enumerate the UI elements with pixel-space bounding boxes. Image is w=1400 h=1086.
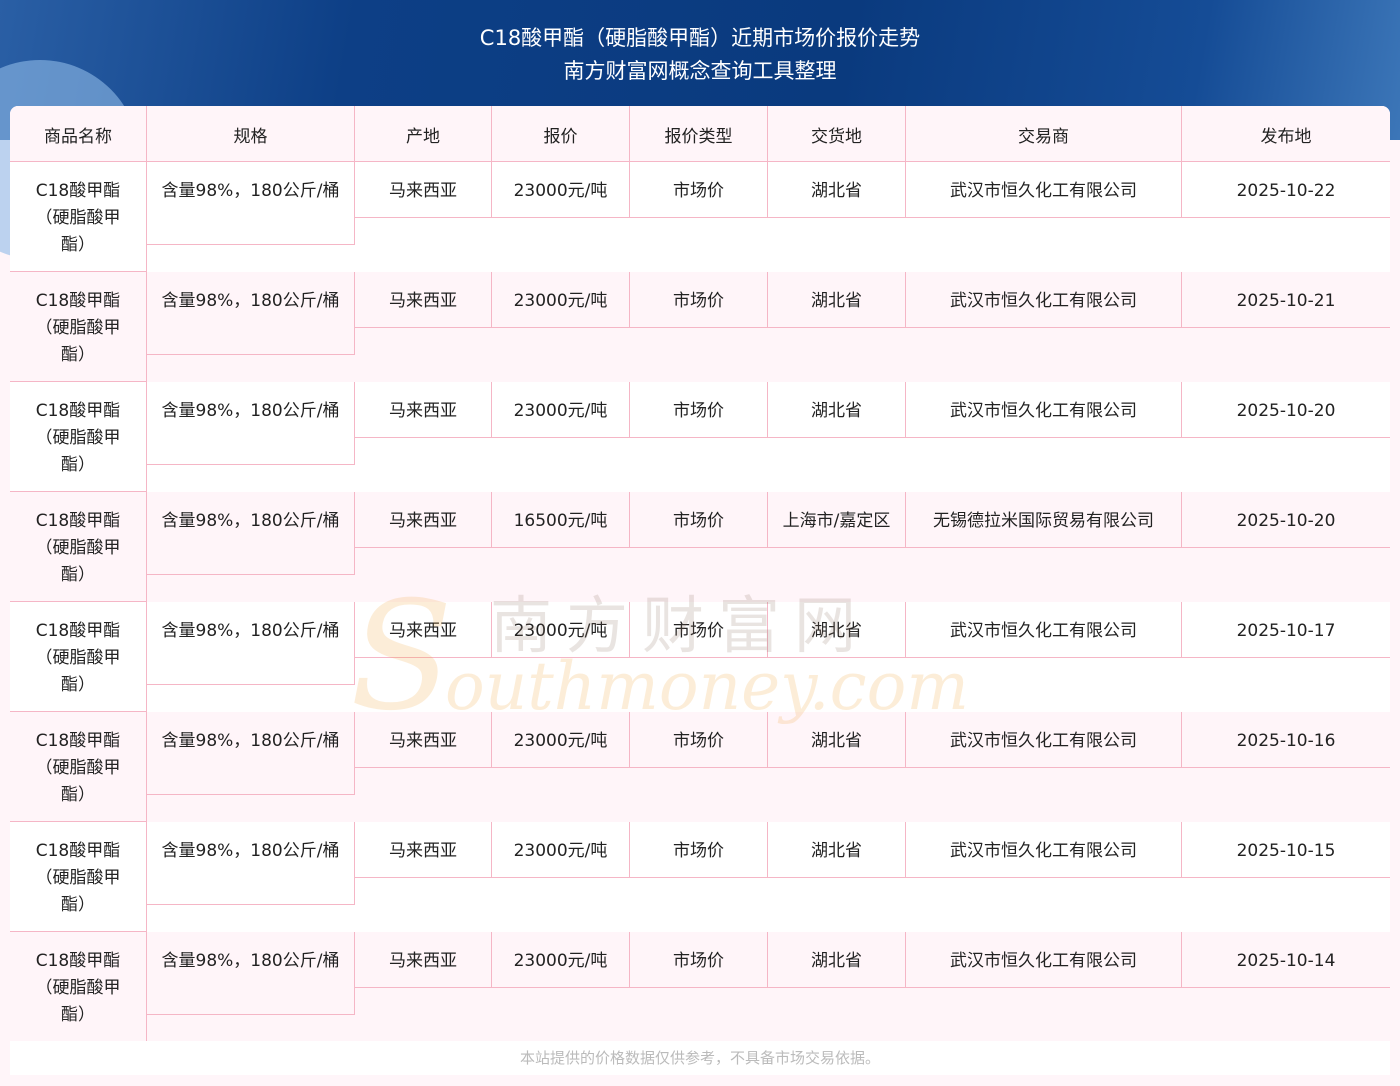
table-cell: C18酸甲酯（硬脂酸甲酯） — [10, 822, 147, 932]
table-cell: 马来西亚 — [355, 162, 492, 218]
column-header: 报价类型 — [630, 106, 768, 162]
table-cell: 市场价 — [630, 272, 768, 328]
table-cell: 湖北省 — [768, 712, 906, 768]
table-cell: 马来西亚 — [355, 822, 492, 878]
table-cell: 湖北省 — [768, 162, 906, 218]
table-cell: 武汉市恒久化工有限公司 — [906, 602, 1182, 658]
disclaimer: 本站提供的价格数据仅供参考，不具备市场交易依据。 — [10, 1041, 1390, 1075]
table-cell: 市场价 — [630, 712, 768, 768]
table-cell: 市场价 — [630, 932, 768, 988]
table-row: C18酸甲酯（硬脂酸甲酯） 含量98%，180公斤/桶 马来西亚 23000元/吨 市场… — [10, 822, 1390, 932]
table-cell: 2025-10-17 — [1182, 602, 1390, 658]
table-cell: 23000元/吨 — [492, 162, 630, 218]
table-row: C18酸甲酯（硬脂酸甲酯） 含量98%，180公斤/桶 马来西亚 23000元/吨 市场… — [10, 712, 1390, 822]
table-cell: 市场价 — [630, 822, 768, 878]
table-cell: 含量98%，180公斤/桶 — [147, 602, 355, 685]
table-row: C18酸甲酯（硬脂酸甲酯） 含量98%，180公斤/桶 马来西亚 23000元/吨 市场… — [10, 382, 1390, 492]
table-row: C18酸甲酯（硬脂酸甲酯） 含量98%，180公斤/桶 马来西亚 23000元/吨 市场… — [10, 602, 1390, 712]
table-cell: 16500元/吨 — [492, 492, 630, 548]
table-cell: 2025-10-22 — [1182, 162, 1390, 218]
table-cell: 含量98%，180公斤/桶 — [147, 382, 355, 465]
table-cell: 马来西亚 — [355, 602, 492, 658]
table-cell: 武汉市恒久化工有限公司 — [906, 822, 1182, 878]
table-cell: 武汉市恒久化工有限公司 — [906, 162, 1182, 218]
column-header: 产地 — [355, 106, 492, 162]
table-cell: 上海市/嘉定区 — [768, 492, 906, 548]
table-header: 商品名称 规格 产地 报价 报价类型 交货地 交易商 发布地 — [10, 106, 1390, 162]
table-row: C18酸甲酯（硬脂酸甲酯） 含量98%，180公斤/桶 马来西亚 23000元/吨 市场… — [10, 932, 1390, 1042]
table-cell: 市场价 — [630, 602, 768, 658]
table-cell: C18酸甲酯（硬脂酸甲酯） — [10, 712, 147, 822]
column-header: 发布地 — [1260, 126, 1312, 147]
table-cell: 湖北省 — [768, 932, 906, 988]
table-cell: C18酸甲酯（硬脂酸甲酯） — [10, 382, 147, 492]
column-header: 报价 — [492, 106, 630, 162]
table-cell: 湖北省 — [768, 382, 906, 438]
table-cell: C18酸甲酯（硬脂酸甲酯） — [10, 272, 147, 382]
table-cell: 含量98%，180公斤/桶 — [147, 162, 355, 245]
table-cell: 马来西亚 — [355, 492, 492, 548]
table-cell: C18酸甲酯（硬脂酸甲酯） — [10, 162, 147, 272]
table-row: C18酸甲酯（硬脂酸甲酯） 含量98%，180公斤/桶 马来西亚 23000元/吨 市场… — [10, 162, 1390, 272]
price-table: 商品名称 规格 产地 报价 报价类型 交货地 交易商 发布地 C18酸甲酯（硬脂酸甲酯） 含量9… — [10, 106, 1390, 1042]
table-cell: 市场价 — [630, 382, 768, 438]
table-cell: 武汉市恒久化工有限公司 — [906, 712, 1182, 768]
table-cell: 含量98%，180公斤/桶 — [147, 712, 355, 795]
column-header: 规格 — [147, 106, 355, 162]
table-cell: 2025-10-14 — [1182, 932, 1390, 988]
table-cell: 23000元/吨 — [492, 382, 630, 438]
table-cell: 无锡德拉米国际贸易有限公司 — [906, 492, 1182, 548]
table-cell: 市场价 — [630, 492, 768, 548]
table-cell: 2025-10-16 — [1182, 712, 1390, 768]
table-cell: 市场价 — [630, 162, 768, 218]
page-subtitle: 南方财富网概念查询工具整理 — [563, 59, 837, 83]
table-cell: 2025-10-15 — [1182, 822, 1390, 878]
table-cell: 含量98%，180公斤/桶 — [147, 822, 355, 905]
table-cell: 武汉市恒久化工有限公司 — [906, 272, 1182, 328]
table-cell: 23000元/吨 — [492, 712, 630, 768]
table-cell: 23000元/吨 — [492, 602, 630, 658]
table-cell: 23000元/吨 — [492, 272, 630, 328]
table-cell: 23000元/吨 — [492, 932, 630, 988]
table-cell: C18酸甲酯（硬脂酸甲酯） — [10, 492, 147, 602]
table-cell: C18酸甲酯（硬脂酸甲酯） — [10, 602, 147, 712]
table-cell: 2025-10-20 — [1182, 382, 1390, 438]
table-cell: 武汉市恒久化工有限公司 — [906, 382, 1182, 438]
page-title: C18酸甲酯（硬脂酸甲酯）近期市场价报价走势 — [479, 26, 921, 50]
table-row: C18酸甲酯（硬脂酸甲酯） 含量98%，180公斤/桶 马来西亚 23000元/吨 市场… — [10, 272, 1390, 382]
table-cell: 湖北省 — [768, 602, 906, 658]
table-row: C18酸甲酯（硬脂酸甲酯） 含量98%，180公斤/桶 马来西亚 16500元/吨 市场… — [10, 492, 1390, 602]
column-header: 交货地 — [768, 106, 906, 162]
column-header: 交易商 — [906, 106, 1182, 162]
table-cell: 湖北省 — [768, 822, 906, 878]
table-cell: C18酸甲酯（硬脂酸甲酯） — [10, 932, 147, 1042]
table-cell: 含量98%，180公斤/桶 — [147, 492, 355, 575]
table-cell: 湖北省 — [768, 272, 906, 328]
table-cell: 马来西亚 — [355, 932, 492, 988]
table-cell: 含量98%，180公斤/桶 — [147, 272, 355, 355]
table-cell: 2025-10-20 — [1182, 492, 1390, 548]
table-cell: 马来西亚 — [355, 382, 492, 438]
table-cell: 23000元/吨 — [492, 822, 630, 878]
table-cell: 马来西亚 — [355, 272, 492, 328]
column-header: 商品名称 — [10, 106, 147, 162]
table-cell: 含量98%，180公斤/桶 — [147, 932, 355, 1015]
table-cell: 马来西亚 — [355, 712, 492, 768]
table-cell: 2025-10-21 — [1182, 272, 1390, 328]
table-cell: 武汉市恒久化工有限公司 — [906, 932, 1182, 988]
